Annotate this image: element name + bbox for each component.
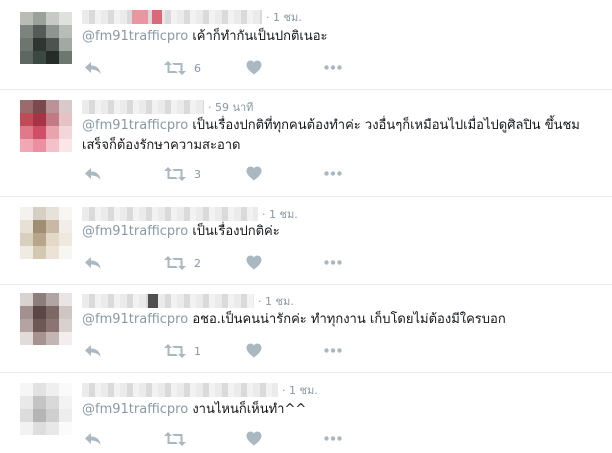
mention-handle[interactable]: @fm91trafficpro	[82, 402, 188, 417]
retweet-count: 1	[194, 344, 201, 358]
more-button[interactable]	[324, 171, 342, 176]
tweet-text-line: เสร็จก็ต้องรักษาความสะอาด	[82, 138, 241, 153]
more-dots-icon	[324, 171, 342, 176]
reply-item[interactable]: · 1 ชม. @fm91trafficpro เป็นเรื่องปกติค่…	[0, 197, 612, 285]
more-button[interactable]	[324, 65, 342, 70]
reply-arrow-icon	[85, 433, 101, 445]
heart-icon	[246, 255, 262, 270]
tweet-text: @fm91trafficpro เป็นเรื่องปกติที่ทุกคนต้…	[82, 115, 580, 137]
reply-button[interactable]	[84, 343, 102, 359]
retweet-count: 6	[194, 61, 201, 75]
reply-item[interactable]: · 1 ชม. @fm91trafficpro เค้าก็ทำกันเป็นป…	[0, 0, 612, 90]
tweet-text-line: งานไหนก็เห็นทำ^^	[192, 402, 307, 417]
retweet-icon	[164, 432, 186, 446]
reply-arrow-icon	[85, 345, 101, 357]
like-button[interactable]	[246, 431, 262, 446]
heart-icon	[246, 343, 262, 358]
tweet-text: @fm91trafficpro เป็นเรื่องปกติค่ะ	[82, 221, 280, 243]
tweet-text: @fm91trafficpro งานไหนก็เห็นทำ^^	[82, 399, 306, 421]
action-bar	[82, 431, 382, 447]
retweet-count: 3	[194, 167, 201, 181]
heart-icon	[246, 431, 262, 446]
reply-button[interactable]	[84, 255, 102, 271]
heart-icon	[246, 166, 262, 181]
action-bar: 3	[82, 166, 382, 182]
reply-button[interactable]	[84, 431, 102, 447]
display-name-obscured[interactable]	[82, 207, 258, 221]
tweet-text: @fm91trafficpro เค้าก็ทำกันเป็นปกติเนอะ	[82, 26, 328, 48]
display-name-obscured[interactable]	[82, 10, 262, 24]
avatar[interactable]	[20, 207, 72, 259]
more-dots-icon	[324, 348, 342, 353]
reply-button[interactable]	[84, 166, 102, 182]
retweet-button[interactable]	[164, 431, 194, 447]
retweet-button[interactable]: 2	[164, 255, 201, 271]
display-name-obscured[interactable]	[82, 294, 254, 308]
mention-handle[interactable]: @fm91trafficpro	[82, 29, 188, 44]
reply-arrow-icon	[85, 62, 101, 74]
reply-item[interactable]: · 1 ชม. @fm91trafficpro อชอ.เป็นคนน่ารัก…	[0, 285, 612, 373]
avatar[interactable]	[20, 293, 72, 345]
tweet-text-line: อชอ.เป็นคนน่ารักค่ะ ทำทุกงาน เก็บโดยไม่ต…	[192, 312, 506, 327]
more-button[interactable]	[324, 348, 342, 353]
avatar[interactable]	[20, 12, 72, 64]
timestamp[interactable]: · 1 ชม.	[258, 292, 294, 310]
like-button[interactable]	[246, 166, 262, 181]
retweet-icon	[164, 61, 186, 75]
reply-arrow-icon	[85, 168, 101, 180]
avatar[interactable]	[20, 100, 72, 152]
more-dots-icon	[324, 260, 342, 265]
timestamp[interactable]: · 59 นาที	[208, 98, 253, 116]
timestamp[interactable]: · 1 ชม.	[266, 8, 302, 26]
retweet-icon	[164, 344, 186, 358]
more-dots-icon	[324, 436, 342, 441]
retweet-button[interactable]: 3	[164, 166, 201, 182]
like-button[interactable]	[246, 343, 262, 358]
timestamp[interactable]: · 1 ชม.	[282, 381, 318, 399]
action-bar: 6	[82, 60, 382, 76]
reply-item[interactable]: · 1 ชม. @fm91trafficpro งานไหนก็เห็นทำ^^	[0, 373, 612, 453]
mention-handle[interactable]: @fm91trafficpro	[82, 312, 188, 327]
retweet-button[interactable]: 1	[164, 343, 201, 359]
reply-feed: · 1 ชม. @fm91trafficpro เค้าก็ทำกันเป็นป…	[0, 0, 612, 453]
retweet-icon	[164, 256, 186, 270]
more-dots-icon	[324, 65, 342, 70]
action-bar: 1	[82, 343, 382, 359]
tweet-text-line: เป็นเรื่องปกติที่ทุกคนต้องทำค่ะ วงอื่นๆก…	[192, 118, 580, 133]
more-button[interactable]	[324, 260, 342, 265]
like-button[interactable]	[246, 255, 262, 270]
heart-icon	[246, 60, 262, 75]
tweet-text-line: เป็นเรื่องปกติค่ะ	[192, 224, 280, 239]
reply-arrow-icon	[85, 257, 101, 269]
display-name-obscured[interactable]	[82, 383, 278, 397]
tweet-text: @fm91trafficpro อชอ.เป็นคนน่ารักค่ะ ทำทุ…	[82, 309, 506, 331]
action-bar: 2	[82, 255, 382, 271]
display-name-obscured[interactable]	[82, 100, 204, 114]
avatar[interactable]	[20, 383, 72, 435]
retweet-icon	[164, 167, 186, 181]
retweet-button[interactable]: 6	[164, 60, 201, 76]
like-button[interactable]	[246, 60, 262, 75]
mention-handle[interactable]: @fm91trafficpro	[82, 224, 188, 239]
more-button[interactable]	[324, 436, 342, 441]
tweet-text-line: เค้าก็ทำกันเป็นปกติเนอะ	[192, 29, 328, 44]
reply-item[interactable]: · 59 นาที @fm91trafficpro เป็นเรื่องปกติ…	[0, 90, 612, 197]
reply-button[interactable]	[84, 60, 102, 76]
retweet-count: 2	[194, 256, 201, 270]
mention-handle[interactable]: @fm91trafficpro	[82, 118, 188, 133]
